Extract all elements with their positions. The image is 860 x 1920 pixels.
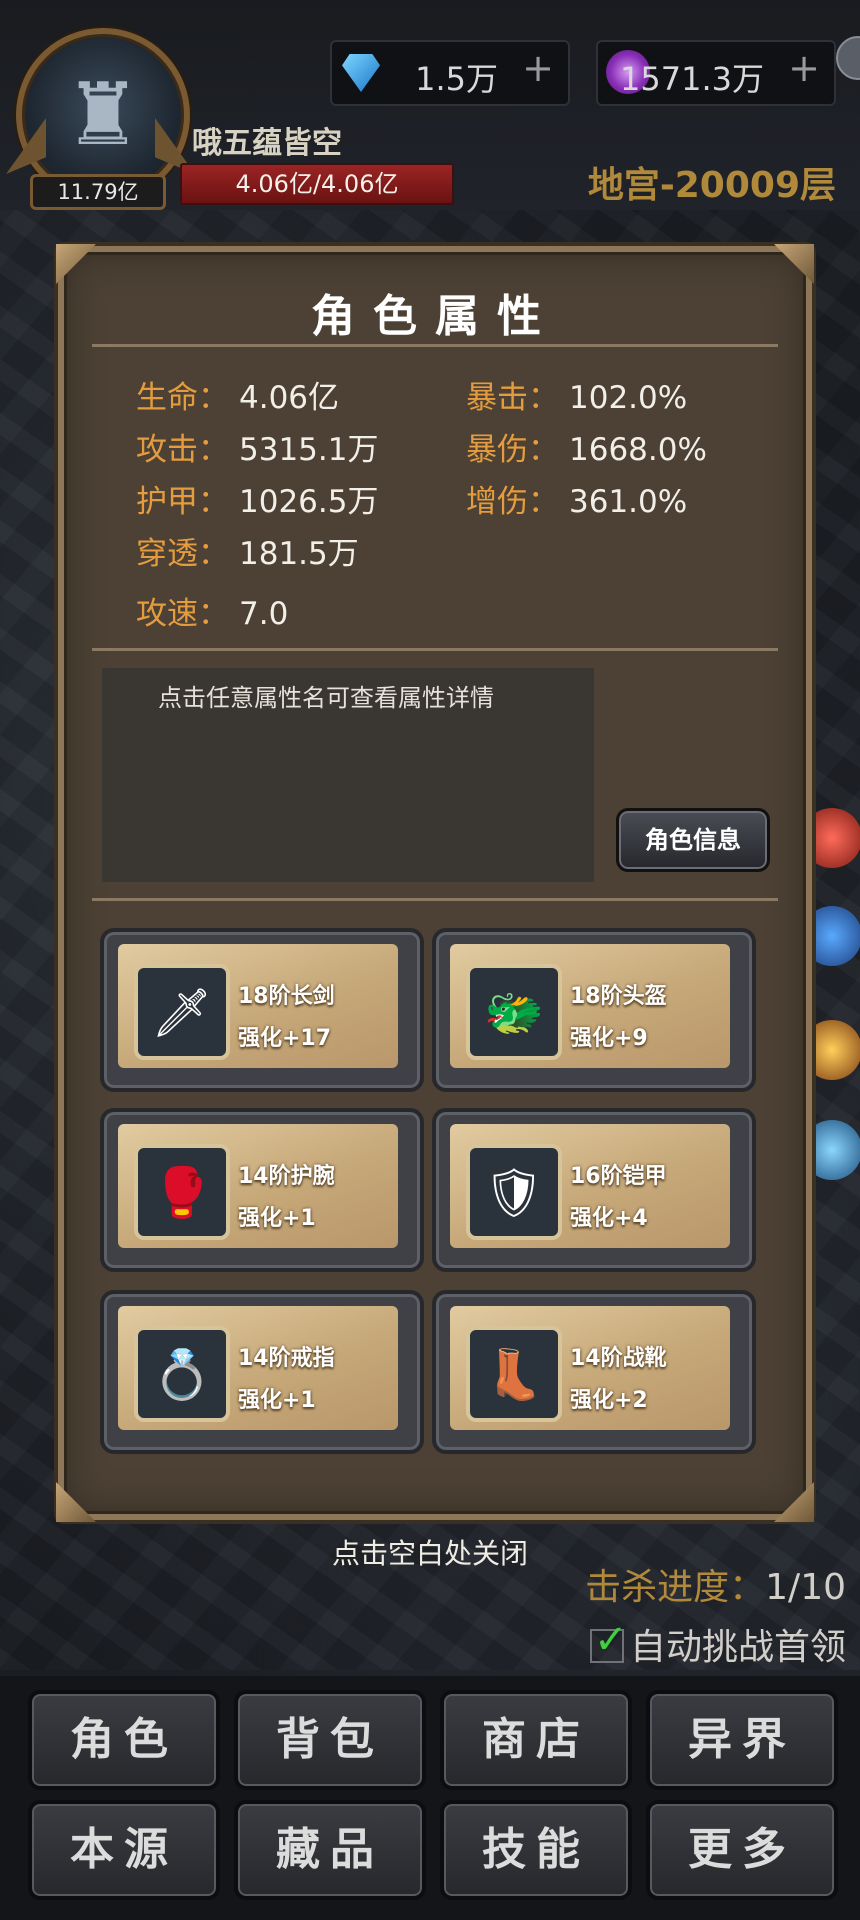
equipment-name: 14阶护腕	[238, 1164, 335, 1189]
stat-hp[interactable]: 生命： 4.06亿	[136, 372, 339, 417]
orb-resource: 1571.3万 +	[596, 40, 836, 106]
menu-bag-button[interactable]: 背包	[234, 1690, 426, 1790]
stat-value: 4.06亿	[239, 380, 340, 416]
title-divider	[92, 344, 778, 347]
panel-corner-ornament	[774, 1482, 814, 1522]
equipment-enhance: 强化+4	[570, 1206, 648, 1231]
diamond-add-button[interactable]: +	[522, 46, 554, 90]
stat-label[interactable]: 护甲：	[136, 484, 229, 520]
equipment-slot-boots[interactable]: 👢 14阶战靴 强化+2	[432, 1290, 756, 1454]
equipment-card: 🗡 18阶长剑 强化+17	[118, 944, 398, 1068]
stat-label[interactable]: 攻击：	[136, 432, 229, 468]
top-hud: ♜ 11.79亿 哦五蕴皆空 4.06亿/4.06亿 1.5万 + 1571.3…	[0, 0, 860, 210]
equipment-enhance: 强化+2	[570, 1388, 648, 1413]
menu-skills-button[interactable]: 技能	[440, 1800, 632, 1900]
stat-label[interactable]: 增伤：	[466, 484, 559, 520]
menu-shop-button[interactable]: 商店	[440, 1690, 632, 1790]
orb-add-button[interactable]: +	[788, 46, 820, 90]
kill-progress: 击杀进度：1/10	[585, 1558, 846, 1610]
diamond-icon	[342, 54, 380, 92]
stat-value: 1026.5万	[239, 484, 379, 520]
menu-more-button[interactable]: 更多	[646, 1800, 838, 1900]
orb-value: 1571.3万	[620, 60, 764, 98]
panel-corner-ornament	[56, 1482, 96, 1522]
stat-label[interactable]: 穿透：	[136, 536, 229, 572]
power-badge: 11.79亿	[30, 174, 166, 210]
checkbox-checked-icon[interactable]	[589, 1617, 627, 1663]
menu-otherworld-button[interactable]: 异界	[646, 1690, 838, 1790]
stat-attack[interactable]: 攻击： 5315.1万	[136, 424, 378, 469]
equipment-card: 💍 14阶戒指 强化+1	[118, 1306, 398, 1430]
panel-corner-ornament	[774, 244, 814, 284]
stat-value: 361.0%	[569, 484, 688, 520]
kill-progress-label: 击杀进度：	[585, 1567, 766, 1608]
stat-value: 7.0	[239, 596, 289, 632]
equipment-enhance: 强化+1	[238, 1388, 316, 1413]
stat-label[interactable]: 暴击：	[466, 380, 559, 416]
armor-icon: 🛡	[466, 1144, 562, 1240]
menu-origin-button[interactable]: 本源	[28, 1800, 220, 1900]
stat-value: 1668.0%	[569, 432, 707, 468]
attribute-hint: 点击任意属性名可查看属性详情	[158, 684, 494, 712]
auto-challenge-toggle[interactable]: 自动挑战首领	[589, 1617, 846, 1670]
stat-damage-bonus[interactable]: 增伤： 361.0%	[466, 476, 687, 521]
knight-helmet-icon: ♜	[64, 65, 142, 165]
floor-label: 地宫-20009层	[587, 165, 836, 206]
equipment-card: 🥊 14阶护腕 强化+1	[118, 1124, 398, 1248]
equipment-name: 16阶铠甲	[570, 1164, 667, 1189]
equipment-name: 18阶长剑	[238, 984, 335, 1009]
stat-value: 5315.1万	[239, 432, 379, 468]
equipment-slot-helmet[interactable]: 🐲 18阶头盔 强化+9	[432, 928, 756, 1092]
equipment-name: 14阶战靴	[570, 1346, 667, 1371]
menu-collection-button[interactable]: 藏品	[234, 1800, 426, 1900]
helmet-icon: 🐲	[466, 964, 562, 1060]
equipment-enhance: 强化+1	[238, 1206, 316, 1231]
stat-armor[interactable]: 护甲： 1026.5万	[136, 476, 378, 521]
equipment-name: 14阶戒指	[238, 1346, 335, 1371]
equipment-card: 🐲 18阶头盔 强化+9	[450, 944, 730, 1068]
equipment-slot-weapon[interactable]: 🗡 18阶长剑 强化+17	[100, 928, 424, 1092]
stat-label[interactable]: 攻速：	[136, 596, 229, 632]
equipment-card: 👢 14阶战靴 强化+2	[450, 1306, 730, 1430]
settings-icon[interactable]	[836, 36, 860, 80]
attribute-panel: 角色属性 生命： 4.06亿 攻击： 5315.1万 护甲： 1026.5万 穿透： 1…	[56, 244, 814, 1522]
equipment-card: 🛡 16阶铠甲 强化+4	[450, 1124, 730, 1248]
stats-divider	[92, 648, 778, 651]
hp-bar: 4.06亿/4.06亿	[180, 163, 454, 205]
stat-attack-speed[interactable]: 攻速： 7.0	[136, 588, 288, 633]
equipment-divider	[92, 898, 778, 901]
attribute-detail-box: 点击任意属性名可查看属性详情	[102, 668, 594, 882]
stat-label[interactable]: 暴伤：	[466, 432, 559, 468]
diamond-resource: 1.5万 +	[330, 40, 570, 106]
bottom-menu: 角色 背包 商店 异界 本源 藏品 技能 更多	[0, 1676, 860, 1920]
auto-challenge-label: 自动挑战首领	[629, 1627, 846, 1668]
player-name: 哦五蕴皆空	[192, 126, 342, 161]
diamond-value: 1.5万	[415, 60, 498, 98]
sword-icon: 🗡	[134, 964, 230, 1060]
equipment-slot-armor[interactable]: 🛡 16阶铠甲 强化+4	[432, 1108, 756, 1272]
stat-crit-damage[interactable]: 暴伤： 1668.0%	[466, 424, 707, 469]
stat-value: 181.5万	[239, 536, 359, 572]
stat-penetration[interactable]: 穿透： 181.5万	[136, 528, 359, 573]
stat-crit[interactable]: 暴击： 102.0%	[466, 372, 687, 417]
equipment-slot-bracer[interactable]: 🥊 14阶护腕 强化+1	[100, 1108, 424, 1272]
equipment-slot-ring[interactable]: 💍 14阶戒指 强化+1	[100, 1290, 424, 1454]
equipment-enhance: 强化+9	[570, 1026, 648, 1051]
role-info-button[interactable]: 角色信息	[616, 808, 770, 872]
ring-icon: 💍	[134, 1326, 230, 1422]
bracer-icon: 🥊	[134, 1144, 230, 1240]
equipment-name: 18阶头盔	[570, 984, 667, 1009]
panel-corner-ornament	[56, 244, 96, 284]
kill-progress-value: 1/10	[765, 1567, 846, 1608]
equipment-enhance: 强化+17	[238, 1026, 332, 1051]
menu-role-button[interactable]: 角色	[28, 1690, 220, 1790]
stat-label[interactable]: 生命：	[136, 380, 229, 416]
boots-icon: 👢	[466, 1326, 562, 1422]
panel-title: 角色属性	[311, 291, 559, 342]
stat-value: 102.0%	[569, 380, 688, 416]
